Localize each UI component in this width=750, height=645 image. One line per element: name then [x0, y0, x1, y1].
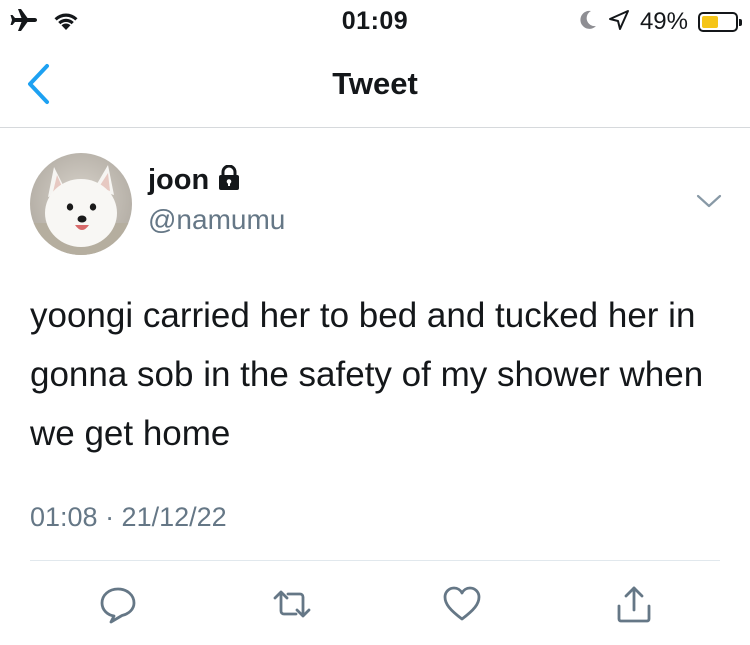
avatar[interactable] — [30, 153, 132, 255]
battery-cap — [739, 19, 742, 26]
page-title: Tweet — [332, 66, 418, 101]
author-name-row[interactable]: joon — [148, 164, 241, 197]
reply-icon — [98, 587, 138, 628]
tweet-text: yoongi carried her to bed and tucked her… — [30, 296, 704, 453]
display-name: joon — [148, 164, 210, 196]
battery-level — [702, 16, 718, 28]
nav-bar: Tweet — [0, 44, 750, 128]
reply-button[interactable] — [98, 584, 138, 624]
location-icon — [608, 9, 630, 36]
heart-icon — [442, 586, 482, 628]
tweet-timestamp[interactable]: 01:08 · 21/12/22 — [30, 502, 227, 533]
battery-percent: 49% — [639, 8, 688, 35]
user-handle[interactable]: @namumu — [148, 204, 285, 236]
retweet-icon — [272, 590, 312, 628]
status-bar: 01:09 49% — [0, 0, 750, 44]
status-bar-right: 49% — [578, 8, 742, 36]
battery-icon — [698, 12, 742, 32]
like-button[interactable] — [442, 584, 482, 624]
chevron-down-icon — [694, 194, 724, 216]
tweet-menu-button[interactable] — [694, 190, 724, 212]
lock-icon — [217, 164, 241, 196]
divider — [30, 560, 720, 561]
dog-avatar-image — [30, 153, 132, 255]
share-button[interactable] — [614, 584, 654, 624]
retweet-button[interactable] — [272, 584, 312, 624]
moon-icon — [578, 9, 598, 36]
tweet-detail-screen: 01:09 49% Tweet joon @namumu yoongi carr… — [0, 0, 750, 645]
share-icon — [614, 586, 654, 628]
